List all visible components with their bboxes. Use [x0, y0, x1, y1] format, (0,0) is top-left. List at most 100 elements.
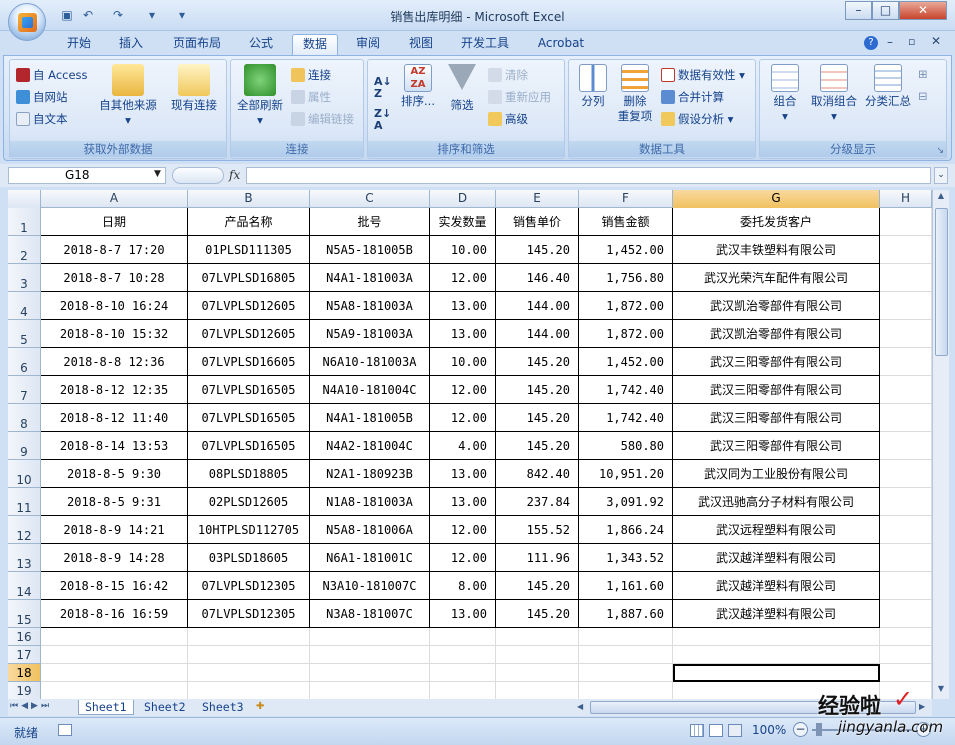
tab-developer[interactable]: 开发工具 — [452, 34, 518, 55]
row-header-13[interactable]: 13 — [8, 544, 41, 572]
table-cell[interactable]: 13.00 — [430, 488, 496, 516]
table-cell[interactable]: 2018-8-16 16:59 — [41, 600, 188, 628]
empty-cell[interactable] — [310, 646, 430, 664]
table-cell[interactable]: 12.00 — [430, 264, 496, 292]
row-header-5[interactable]: 5 — [8, 320, 41, 348]
tab-page-layout[interactable]: 页面布局 — [164, 34, 230, 55]
table-cell[interactable]: 武汉凯治零部件有限公司 — [673, 320, 880, 348]
empty-cell[interactable] — [880, 348, 932, 376]
maximize-button[interactable]: □ — [872, 1, 899, 20]
table-cell[interactable]: N2A1-180923B — [310, 460, 430, 488]
workbook-close-icon[interactable]: ✕ — [931, 34, 941, 48]
table-cell[interactable]: N3A10-181007C — [310, 572, 430, 600]
filter-button[interactable]: 筛选 — [444, 64, 480, 113]
page-layout-view-icon[interactable] — [709, 724, 723, 737]
table-cell[interactable]: 580.80 — [579, 432, 673, 460]
table-cell[interactable]: 武汉同为工业股份有限公司 — [673, 460, 880, 488]
sheet-tab-3[interactable]: Sheet3 — [196, 700, 250, 715]
table-cell[interactable]: 13.00 — [430, 600, 496, 628]
table-cell[interactable]: 2018-8-9 14:28 — [41, 544, 188, 572]
properties-button[interactable]: 属性 — [291, 89, 331, 105]
table-cell[interactable]: N1A8-181003A — [310, 488, 430, 516]
empty-cell[interactable] — [188, 646, 310, 664]
row-header-18[interactable]: 18 — [8, 664, 41, 682]
page-break-view-icon[interactable] — [728, 724, 742, 737]
tab-insert[interactable]: 插入 — [108, 34, 154, 55]
table-cell[interactable]: 237.84 — [496, 488, 579, 516]
table-cell[interactable]: 12.00 — [430, 404, 496, 432]
empty-cell[interactable] — [310, 628, 430, 646]
empty-cell[interactable] — [880, 628, 932, 646]
sort-az-button[interactable]: A↓ Z — [374, 76, 392, 100]
empty-cell[interactable] — [579, 646, 673, 664]
table-cell[interactable]: 3,091.92 — [579, 488, 673, 516]
from-other-sources-button[interactable]: 自其他来源 ▾ — [96, 64, 160, 128]
table-cell[interactable]: 2018-8-12 11:40 — [41, 404, 188, 432]
table-cell[interactable]: 武汉丰铁塑料有限公司 — [673, 236, 880, 264]
table-cell[interactable]: 10.00 — [430, 348, 496, 376]
dialog-launcher-icon[interactable]: ↘ — [936, 146, 944, 156]
table-cell[interactable]: 1,742.40 — [579, 404, 673, 432]
table-cell[interactable]: 1,452.00 — [579, 348, 673, 376]
header-cell[interactable]: 销售单价 — [496, 208, 579, 236]
select-all-corner[interactable] — [8, 190, 41, 208]
row-header-8[interactable]: 8 — [8, 404, 41, 432]
table-cell[interactable]: 145.20 — [496, 600, 579, 628]
table-cell[interactable]: N5A9-181003A — [310, 320, 430, 348]
zoom-out-button[interactable]: − — [793, 722, 808, 737]
table-cell[interactable]: 111.96 — [496, 544, 579, 572]
empty-cell[interactable] — [880, 208, 932, 236]
table-cell[interactable]: 1,872.00 — [579, 320, 673, 348]
empty-cell[interactable] — [880, 646, 932, 664]
empty-cell[interactable] — [880, 404, 932, 432]
subtotal-button[interactable]: 分类汇总 — [862, 64, 914, 109]
table-cell[interactable]: 2018-8-7 17:20 — [41, 236, 188, 264]
table-cell[interactable]: 145.20 — [496, 432, 579, 460]
row-header-12[interactable]: 12 — [8, 516, 41, 544]
table-cell[interactable]: 155.52 — [496, 516, 579, 544]
table-cell[interactable]: 武汉三阳零部件有限公司 — [673, 404, 880, 432]
from-text-button[interactable]: 自文本 — [16, 111, 68, 127]
sort-button[interactable]: AZ ZA 排序... — [398, 64, 438, 109]
name-box[interactable]: G18 — [8, 167, 166, 184]
table-cell[interactable]: 146.40 — [496, 264, 579, 292]
ungroup-button[interactable]: 取消组合 ▾ — [808, 64, 860, 124]
column-header-c[interactable]: C — [310, 190, 430, 208]
table-cell[interactable]: 08PLSD18805 — [188, 460, 310, 488]
column-header-g[interactable]: G — [673, 190, 880, 208]
show-detail-icon[interactable]: ⊞ — [918, 66, 928, 82]
table-cell[interactable]: N4A2-181004C — [310, 432, 430, 460]
scroll-right-icon[interactable]: ▶ — [919, 702, 925, 711]
table-cell[interactable]: N5A5-181005B — [310, 236, 430, 264]
row-header-9[interactable]: 9 — [8, 432, 41, 460]
zoom-level[interactable]: 100% — [752, 723, 786, 737]
table-cell[interactable]: 07LVPLSD12605 — [188, 292, 310, 320]
table-cell[interactable]: 12.00 — [430, 376, 496, 404]
header-cell[interactable]: 日期 — [41, 208, 188, 236]
table-cell[interactable]: 武汉越洋塑料有限公司 — [673, 572, 880, 600]
tab-home[interactable]: 开始 — [56, 34, 102, 55]
office-button[interactable] — [8, 3, 46, 41]
empty-cell[interactable] — [188, 628, 310, 646]
empty-cell[interactable] — [430, 682, 496, 699]
table-cell[interactable]: 145.20 — [496, 376, 579, 404]
table-cell[interactable]: 10HTPLSD112705 — [188, 516, 310, 544]
table-cell[interactable]: 2018-8-10 16:24 — [41, 292, 188, 320]
tab-formulas[interactable]: 公式 — [238, 34, 284, 55]
table-cell[interactable]: 1,887.60 — [579, 600, 673, 628]
name-box-dropdown-icon[interactable]: ▼ — [154, 169, 161, 179]
empty-cell[interactable] — [188, 682, 310, 699]
table-cell[interactable]: 07LVPLSD16605 — [188, 348, 310, 376]
insert-sheet-icon[interactable]: ✚ — [256, 701, 272, 714]
table-cell[interactable]: 13.00 — [430, 292, 496, 320]
table-cell[interactable]: 2018-8-7 10:28 — [41, 264, 188, 292]
table-cell[interactable]: N4A10-181004C — [310, 376, 430, 404]
header-cell[interactable]: 实发数量 — [430, 208, 496, 236]
table-cell[interactable]: 07LVPLSD16505 — [188, 404, 310, 432]
table-cell[interactable]: N4A1-181005B — [310, 404, 430, 432]
empty-cell[interactable] — [310, 682, 430, 699]
table-cell[interactable]: 8.00 — [430, 572, 496, 600]
empty-cell[interactable] — [579, 664, 673, 682]
empty-cell[interactable] — [41, 682, 188, 699]
scroll-thumb[interactable] — [935, 208, 948, 356]
